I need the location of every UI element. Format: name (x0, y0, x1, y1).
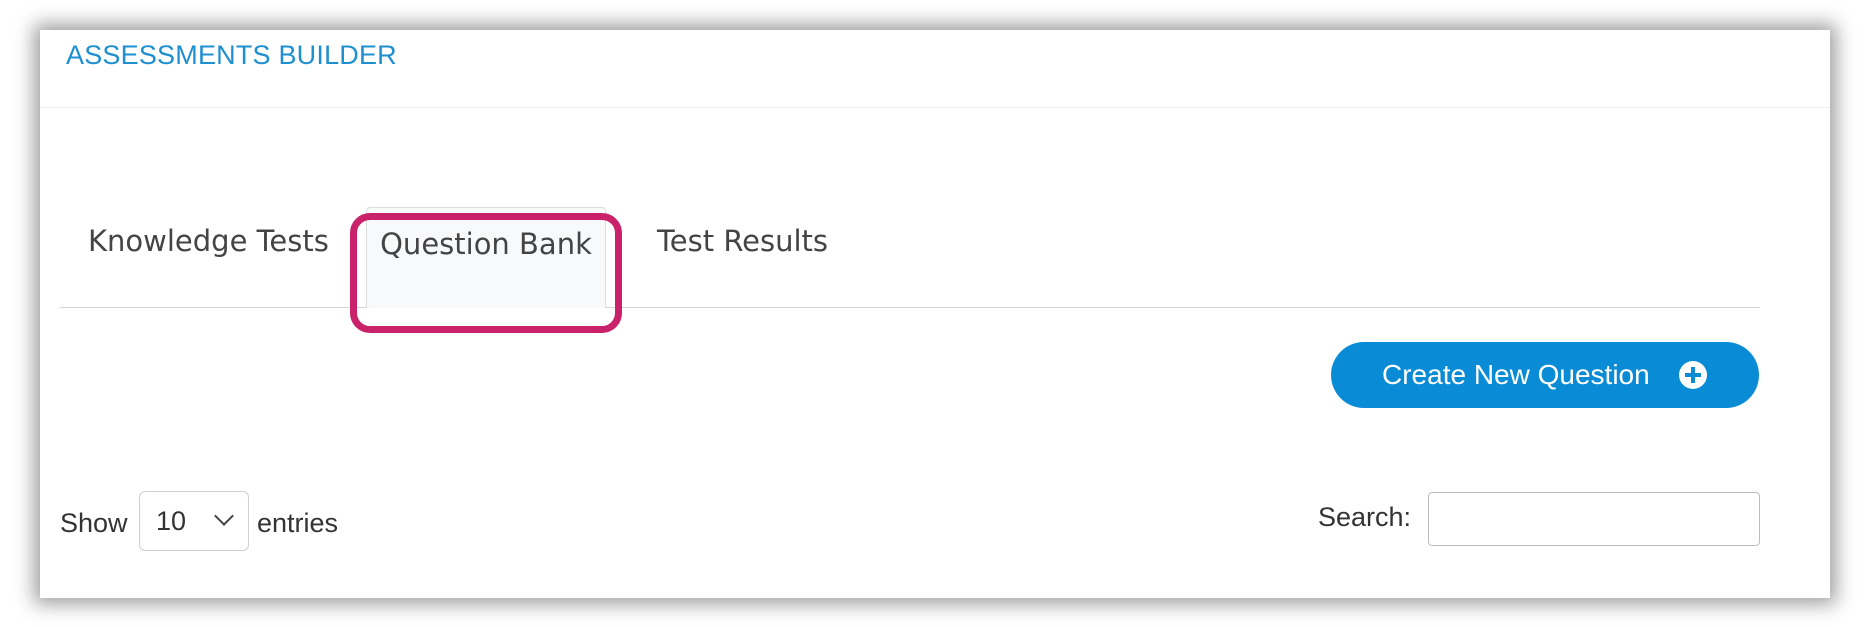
create-new-question-button[interactable]: Create New Question (1331, 342, 1759, 408)
tab-test-results[interactable]: Test Results (657, 205, 828, 306)
tab-question-bank[interactable]: Question Bank (366, 207, 606, 308)
search-label: Search: (1318, 502, 1412, 532)
create-button-label: Create New Question (1382, 359, 1650, 390)
page-length-value: 10 (156, 506, 187, 536)
plus-circle-icon (1679, 361, 1707, 389)
page-length-select[interactable]: 10 (139, 491, 249, 551)
entries-label: entries (257, 508, 339, 538)
search-input[interactable] (1428, 492, 1760, 546)
tab-bar: Knowledge Tests Question Bank Test Resul… (60, 205, 1760, 308)
chevron-down-icon (214, 506, 234, 526)
tab-knowledge-tests[interactable]: Knowledge Tests (88, 205, 329, 306)
page-header: ASSESSMENTS BUILDER (40, 30, 1830, 108)
page-title: ASSESSMENTS BUILDER (66, 40, 397, 70)
show-label: Show (60, 508, 128, 538)
